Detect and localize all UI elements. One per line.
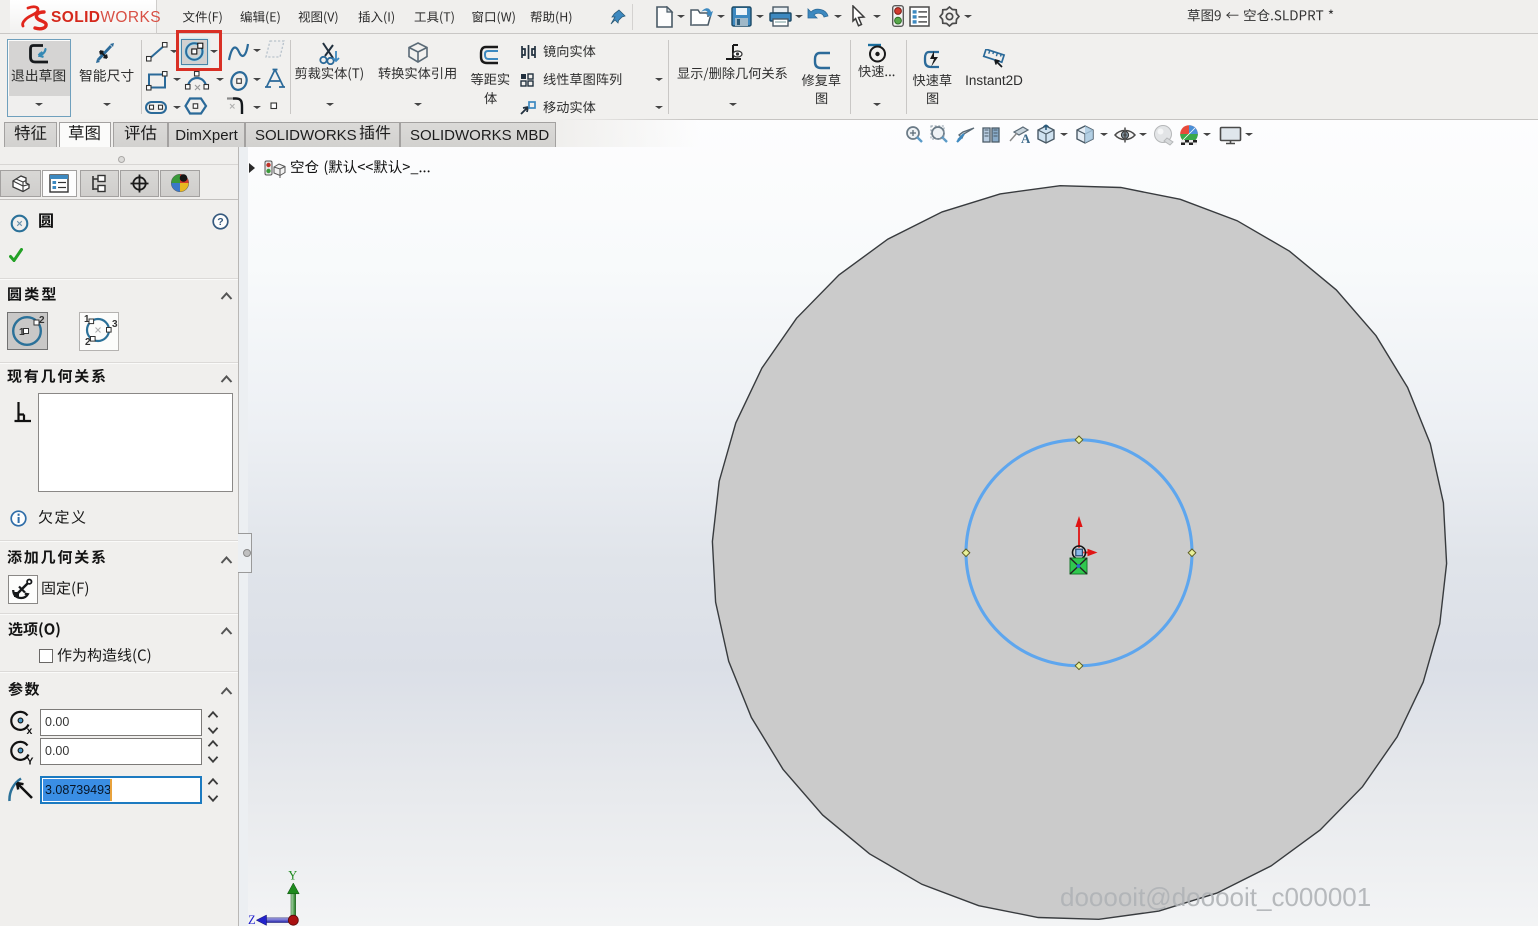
svg-text:A: A bbox=[1021, 131, 1030, 145]
svg-text:2: 2 bbox=[39, 315, 45, 326]
svg-text:Y: Y bbox=[27, 756, 34, 767]
svg-text:2: 2 bbox=[85, 337, 91, 348]
svg-text:1: 1 bbox=[19, 327, 25, 338]
svg-text:1: 1 bbox=[84, 314, 90, 325]
svg-text:Y: Y bbox=[288, 869, 297, 883]
svg-text:x: x bbox=[27, 725, 33, 736]
svg-text:?: ? bbox=[217, 216, 223, 228]
svg-text:3: 3 bbox=[112, 319, 118, 330]
svg-text:Z: Z bbox=[248, 913, 256, 926]
